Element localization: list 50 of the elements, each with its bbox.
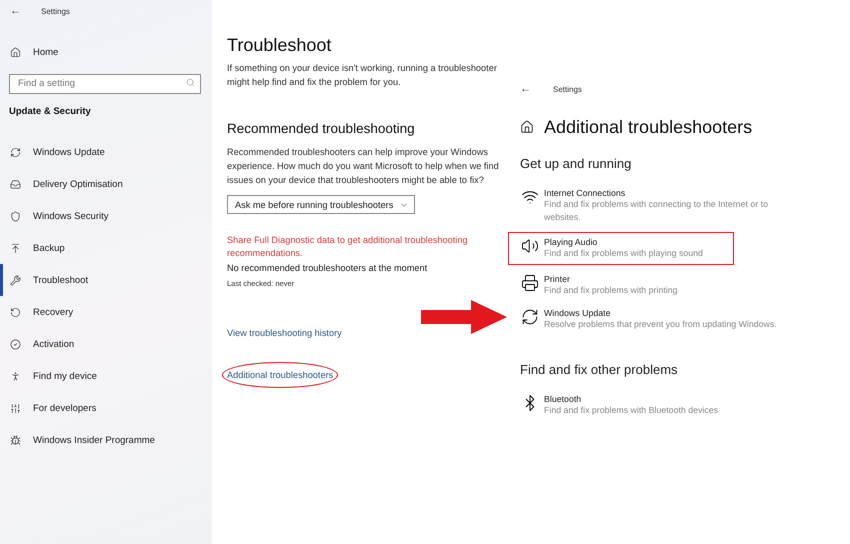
sidebar-icon [10,146,21,158]
sidebar-icon [10,242,21,254]
description-text: Recommended troubleshooters can help improve your Windows experience. How much do you want Microsoft to help when we find issues on your device that troubleshooters might be able to fix? [227,146,500,187]
link[interactable]: View troubleshooting history [227,328,342,338]
home-icon [10,46,21,58]
page-title: Additional troubleshooters [544,116,752,138]
sidebar-item[interactable]: Windows Insider Programme [0,424,212,456]
window-title: Settings [41,6,70,16]
status-text: No recommended troubleshooters at the moment [227,263,428,273]
troubleshooter-item[interactable]: Printer Find and fix problems with printing [508,269,822,302]
diagnostic-link[interactable]: Share Full Diagnostic data to get additional troubleshooting recommendations. [227,234,497,260]
home-link[interactable]: Home [0,42,212,62]
troubleshooter-item[interactable]: Bluetooth Find and fix problems with Bluetooth devices [508,389,822,422]
section-heading: Update & Security [8,106,92,119]
section-heading: Find and fix other problems [520,362,679,379]
window-title: Settings [553,84,582,94]
search-icon [186,78,195,87]
dropdown[interactable]: Ask me before running troubleshooters [227,195,415,214]
sidebar-item[interactable]: For developers [0,392,212,424]
sidebar-icon [10,274,21,286]
home-icon[interactable] [520,120,534,134]
sidebar-item[interactable]: Delivery Optimisation [0,168,212,200]
section-heading: Get up and running [520,156,632,173]
sidebar-item[interactable]: Activation [0,328,212,360]
troubleshooter-item[interactable]: Playing Audio Find and fix problems with playing sound [508,232,734,265]
sidebar-icon [10,338,21,350]
sidebar-item[interactable]: Backup [0,232,212,264]
sidebar-icon [10,402,21,414]
back-button[interactable]: ← [10,5,21,17]
section-heading: Recommended troubleshooting [227,121,416,138]
sidebar-icon [10,178,21,190]
link[interactable]: Additional troubleshooters [222,362,338,388]
sidebar-item[interactable]: Troubleshoot [0,264,212,296]
audio-icon [521,237,539,255]
printer-icon [521,274,539,292]
search-field[interactable]: Find a setting [9,74,201,94]
update-icon [521,308,539,326]
sidebar-icon [10,370,21,382]
sidebar-item[interactable]: Find my device [0,360,212,392]
sidebar-icon [10,434,21,446]
page-title: Troubleshoot [227,35,332,57]
sidebar-icon [10,210,21,222]
sidebar-item[interactable]: Recovery [0,296,212,328]
troubleshooter-item[interactable]: Internet Connections Find and fix problems with connecting to the Internet or to websites. [508,183,822,229]
sidebar-icon [10,306,21,318]
sidebar-item[interactable]: Windows Update [0,136,212,168]
back-button[interactable]: ← [520,83,531,95]
sidebar-item[interactable]: Windows Security [0,200,212,232]
intro-text: If something on your device isn't working, running a troubleshooter might help find and fix the problem for you. [227,62,498,89]
troubleshooter-item[interactable]: Windows Update Resolve problems that prevent you from updating Windows. [508,303,822,336]
